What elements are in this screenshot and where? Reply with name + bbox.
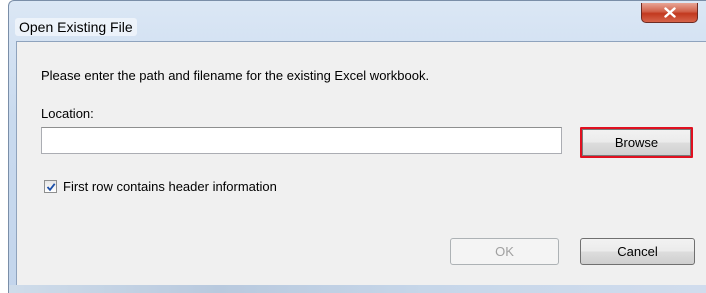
close-icon — [663, 7, 676, 18]
dialog-body: Please enter the path and filename for t… — [16, 41, 706, 286]
instruction-text: Please enter the path and filename for t… — [41, 68, 430, 83]
header-info-checkbox-label[interactable]: First row contains header information — [63, 179, 277, 194]
location-input[interactable] — [41, 127, 562, 154]
title-bar[interactable]: Open Existing File — [9, 1, 706, 37]
cancel-button[interactable]: Cancel — [580, 238, 695, 265]
header-info-checkbox[interactable] — [44, 180, 57, 193]
ok-button[interactable]: OK — [450, 238, 559, 265]
open-existing-file-dialog: Open Existing File Please enter the path… — [8, 0, 706, 293]
location-label: Location: — [41, 106, 94, 121]
close-button[interactable] — [641, 3, 698, 23]
dialog-title: Open Existing File — [15, 18, 137, 36]
window-bottom-border — [9, 285, 706, 293]
check-icon — [46, 182, 55, 191]
browse-button[interactable]: Browse — [580, 127, 693, 158]
